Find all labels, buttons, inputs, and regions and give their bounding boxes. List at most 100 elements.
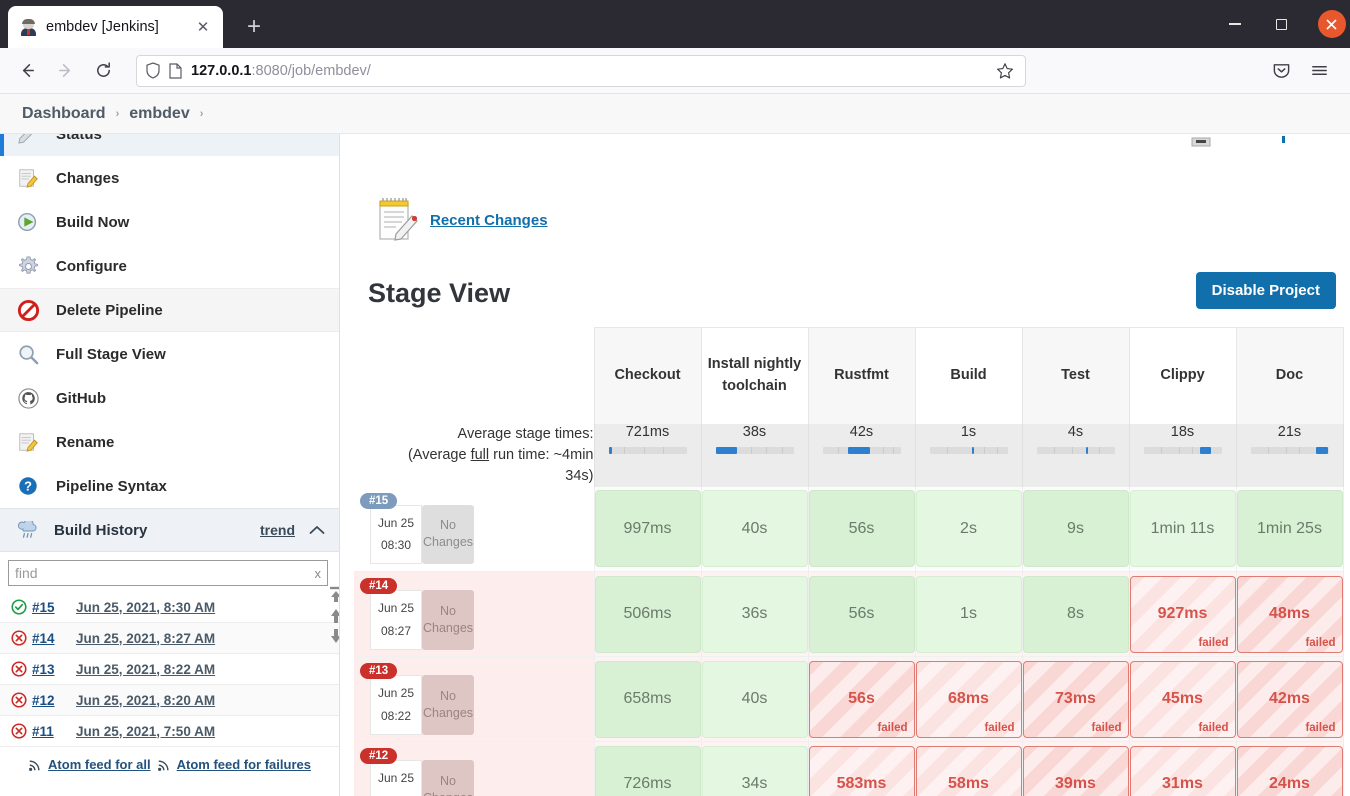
build-label-cell-12[interactable]: #12 Jun 25 08:20 No Changes bbox=[354, 741, 594, 796]
sidebar-item-delete-pipeline[interactable]: Delete Pipeline bbox=[0, 288, 339, 332]
recent-changes-link[interactable]: Recent Changes bbox=[430, 212, 548, 229]
cell-14-checkout[interactable]: 506ms bbox=[593, 571, 701, 657]
browser-tab-embdev[interactable]: embdev [Jenkins] ✕ bbox=[8, 6, 223, 48]
build-date-link-13[interactable]: Jun 25, 2021, 8:22 AM bbox=[76, 662, 215, 677]
page-info-icon[interactable] bbox=[169, 62, 182, 79]
hamburger-menu-icon[interactable] bbox=[1302, 54, 1336, 88]
star-icon[interactable] bbox=[993, 62, 1017, 80]
cell-14-build[interactable]: 1s bbox=[914, 571, 1022, 657]
cell-15-clippy[interactable]: 1min 11s bbox=[1128, 486, 1236, 572]
disable-project-button[interactable]: Disable Project bbox=[1195, 272, 1336, 309]
cell-15-test[interactable]: 9s bbox=[1021, 486, 1129, 572]
build-number-link-15[interactable]: #15 bbox=[32, 600, 76, 615]
atom-feed-all-link[interactable]: Atom feed for all bbox=[48, 757, 151, 772]
cell-12-test[interactable]: 39msfailed bbox=[1021, 741, 1129, 796]
close-tab-icon[interactable]: ✕ bbox=[191, 15, 215, 39]
cell-13-rustfmt[interactable]: 56s failed bbox=[807, 656, 915, 742]
pocket-icon[interactable] bbox=[1264, 54, 1298, 88]
cell-12-build[interactable]: 58msfailed bbox=[914, 741, 1022, 796]
url-bar[interactable]: 127.0.0.1:8080/job/embdev/ bbox=[136, 54, 1026, 87]
cell-13-checkout[interactable]: 658ms bbox=[593, 656, 701, 742]
sidebar-item-pipeline-syntax[interactable]: ? Pipeline Syntax bbox=[0, 464, 339, 508]
cell-14-rustfmt[interactable]: 56s bbox=[807, 571, 915, 657]
new-tab-button[interactable]: + bbox=[239, 12, 269, 42]
cell-14-install[interactable]: 36s bbox=[700, 571, 808, 657]
cell-15-doc[interactable]: 1min 25s bbox=[1235, 486, 1344, 572]
sidebar-item-rename[interactable]: Rename bbox=[0, 420, 339, 464]
build-history-row-13[interactable]: #13 Jun 25, 2021, 8:22 AM bbox=[0, 654, 339, 685]
cell-14-clippy[interactable]: 927ms failed bbox=[1128, 571, 1236, 657]
cell-13-clippy[interactable]: 45ms failed bbox=[1128, 656, 1236, 742]
build-history-row-14[interactable]: #14 Jun 25, 2021, 8:27 AM bbox=[0, 623, 339, 654]
url-text[interactable]: 127.0.0.1:8080/job/embdev/ bbox=[191, 63, 993, 79]
atom-feed-failures-link[interactable]: Atom feed for failures bbox=[177, 757, 311, 772]
build-history-row-12[interactable]: #12 Jun 25, 2021, 8:20 AM bbox=[0, 685, 339, 716]
cell-12-install[interactable]: 34s bbox=[700, 741, 808, 796]
breadcrumb-dashboard[interactable]: Dashboard bbox=[22, 105, 106, 123]
cell-12-rustfmt[interactable]: 583msfailed bbox=[807, 741, 915, 796]
build-history-trend-link[interactable]: trend bbox=[260, 522, 295, 538]
cell-13-doc[interactable]: 42ms failed bbox=[1235, 656, 1344, 742]
scroll-top-button[interactable] bbox=[328, 586, 339, 604]
build-label-cell-15[interactable]: #15 Jun 25 08:30 No Changes bbox=[354, 486, 594, 572]
sidebar-item-github[interactable]: GitHub bbox=[0, 376, 339, 420]
back-button[interactable] bbox=[10, 54, 44, 88]
build-changes-15[interactable]: No Changes bbox=[422, 504, 474, 565]
build-label-cell-13[interactable]: #13 Jun 25 08:22 No Changes bbox=[354, 656, 594, 742]
edit-description-icon[interactable] bbox=[1278, 134, 1288, 148]
jenkins-butler-icon bbox=[20, 18, 37, 36]
cell-13-build[interactable]: 68ms failed bbox=[914, 656, 1022, 742]
clear-find-icon[interactable]: x bbox=[315, 566, 322, 581]
build-history-row-11[interactable]: #11 Jun 25, 2021, 7:50 AM bbox=[0, 716, 339, 747]
build-number-link-11[interactable]: #11 bbox=[32, 724, 76, 739]
build-badge-12[interactable]: #12 bbox=[360, 748, 398, 765]
breadcrumb-embdev[interactable]: embdev bbox=[129, 105, 189, 123]
build-changes-12[interactable]: No Changes bbox=[422, 760, 474, 796]
cell-13-install[interactable]: 40s bbox=[700, 656, 808, 742]
sidebar-item-configure[interactable]: Configure bbox=[0, 244, 339, 288]
build-changes-14[interactable]: No Changes bbox=[422, 590, 474, 650]
recent-changes-link-row[interactable]: Recent Changes bbox=[354, 196, 1350, 244]
cell-15-build[interactable]: 2s bbox=[914, 486, 1022, 572]
find-input-placeholder[interactable]: find bbox=[15, 565, 315, 581]
cell-12-checkout[interactable]: 726ms bbox=[593, 741, 701, 796]
keep-build-icon[interactable] bbox=[1190, 134, 1212, 148]
build-number-link-14[interactable]: #14 bbox=[32, 631, 76, 646]
maximize-button[interactable] bbox=[1258, 0, 1304, 48]
cell-14-doc[interactable]: 48ms failed bbox=[1235, 571, 1344, 657]
cell-12-doc[interactable]: 24msfailed bbox=[1235, 741, 1344, 796]
cell-13-test[interactable]: 73ms failed bbox=[1021, 656, 1129, 742]
scroll-up-button[interactable] bbox=[328, 608, 339, 624]
sparkline bbox=[1036, 446, 1115, 454]
build-badge-14[interactable]: #14 bbox=[360, 578, 398, 595]
build-badge-15[interactable]: #15 bbox=[360, 492, 398, 509]
build-date-link-11[interactable]: Jun 25, 2021, 7:50 AM bbox=[76, 724, 215, 739]
cell-15-checkout[interactable]: 997ms bbox=[593, 486, 701, 572]
build-meta-14: Jun 25 08:27 No Changes bbox=[370, 590, 474, 650]
scroll-down-button[interactable] bbox=[328, 628, 339, 644]
toolbar-right-actions bbox=[1264, 54, 1340, 88]
build-changes-13[interactable]: No Changes bbox=[422, 675, 474, 735]
sidebar-item-build-now[interactable]: Build Now bbox=[0, 200, 339, 244]
build-history-row-15[interactable]: #15 Jun 25, 2021, 8:30 AM bbox=[0, 592, 339, 623]
cell-15-install[interactable]: 40s bbox=[700, 486, 808, 572]
build-badge-13[interactable]: #13 bbox=[360, 663, 398, 680]
build-label-cell-14[interactable]: #14 Jun 25 08:27 No Changes bbox=[354, 571, 594, 657]
build-history-find-box[interactable]: find x bbox=[8, 560, 328, 586]
reload-button[interactable] bbox=[86, 54, 120, 88]
build-number-link-13[interactable]: #13 bbox=[32, 662, 76, 677]
cell-15-rustfmt[interactable]: 56s bbox=[807, 486, 915, 572]
close-window-button[interactable] bbox=[1304, 0, 1350, 48]
build-number-link-12[interactable]: #12 bbox=[32, 693, 76, 708]
minimize-button[interactable] bbox=[1212, 0, 1258, 48]
build-date-link-14[interactable]: Jun 25, 2021, 8:27 AM bbox=[76, 631, 215, 646]
build-date-link-15[interactable]: Jun 25, 2021, 8:30 AM bbox=[76, 600, 215, 615]
failed-tag: failed bbox=[1198, 636, 1229, 649]
chevron-up-icon[interactable] bbox=[309, 525, 325, 535]
cell-14-test[interactable]: 8s bbox=[1021, 571, 1129, 657]
sidebar-item-status[interactable]: Status bbox=[0, 134, 339, 156]
build-date-link-12[interactable]: Jun 25, 2021, 8:20 AM bbox=[76, 693, 215, 708]
sidebar-item-full-stage-view[interactable]: Full Stage View bbox=[0, 332, 339, 376]
sidebar-item-changes[interactable]: Changes bbox=[0, 156, 339, 200]
cell-12-clippy[interactable]: 31msfailed bbox=[1128, 741, 1236, 796]
